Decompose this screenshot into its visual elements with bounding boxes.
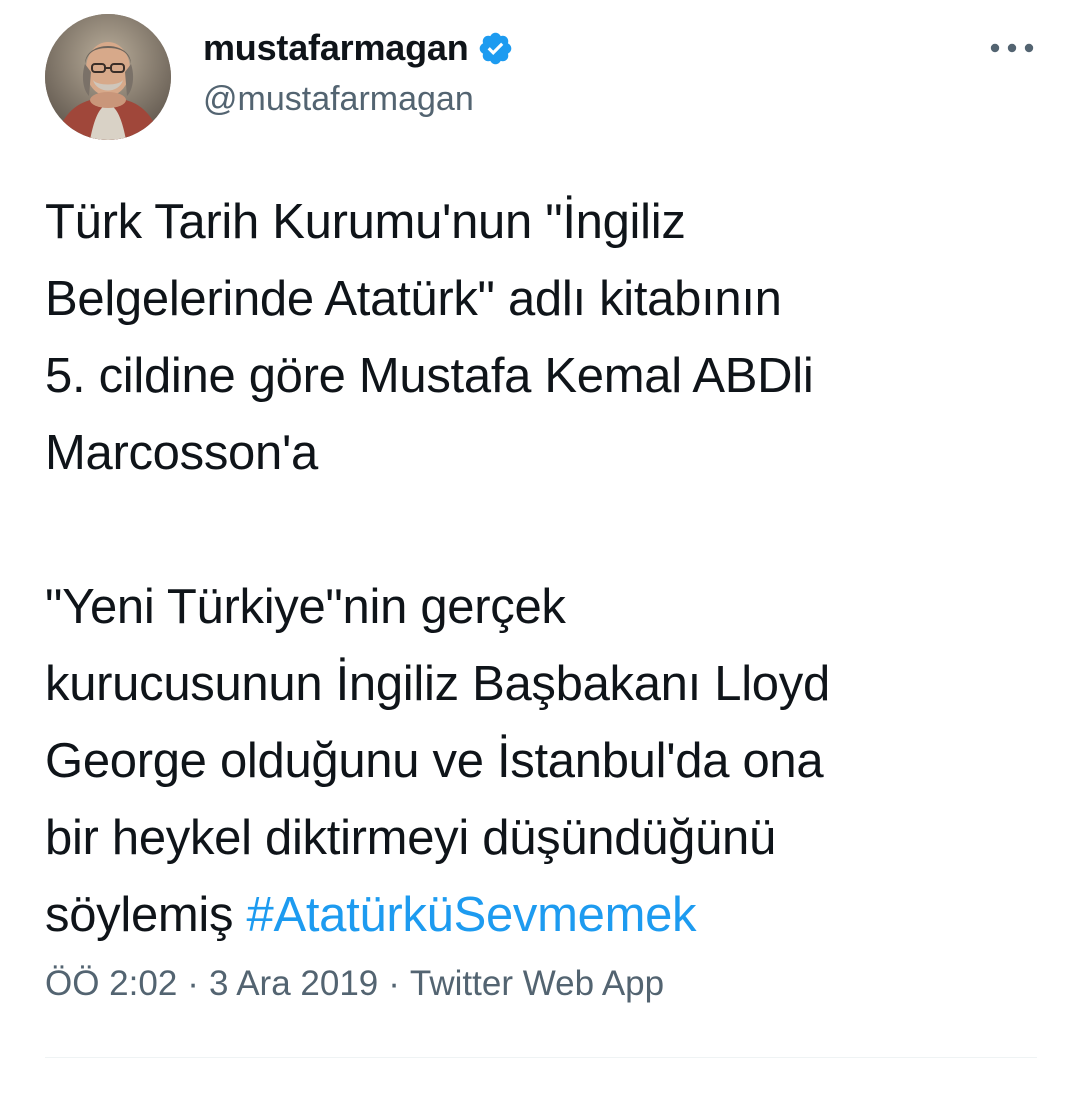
verified-badge-icon [477,30,514,67]
tweet-line: "Yeni Türkiye"nin gerçek [45,580,566,634]
avatar[interactable] [45,14,171,140]
tweet-line: Türk Tarih Kurumu'nun "İngiliz [45,195,686,249]
tweet-time[interactable]: ÖÖ 2:02 [45,964,177,1004]
tweet-paragraph-2: "Yeni Türkiye"nin gerçek kurucusunun İng… [45,569,1045,954]
tweet-line: Marcosson'a [45,426,318,480]
tweet-line: bir heykel diktirmeyi düşündüğünü [45,811,776,865]
tweet-source[interactable]: Twitter Web App [410,964,664,1004]
tweet-line-text: söylemiş [45,888,234,942]
display-name[interactable]: mustafarmagan [203,27,469,69]
tweet-last-line: söylemiş #AtatürküSevmemek [45,877,1045,954]
meta-separator: · [388,964,400,1003]
tweet-line: 5. cildine göre Mustafa Kemal ABDli [45,349,814,403]
profile-photo [45,14,171,140]
tweet-line: kurucusunun İngiliz Başbakanı Lloyd [45,657,830,711]
tweet-date[interactable]: 3 Ara 2019 [209,964,378,1004]
tweet-paragraph-1: Türk Tarih Kurumu'nun "İngiliz Belgeleri… [45,184,1045,492]
author-name-row: mustafarmagan [203,24,514,72]
tweet-text: Türk Tarih Kurumu'nun "İngiliz Belgeleri… [45,184,1045,954]
more-options-icon [990,43,1034,53]
divider [45,1057,1037,1058]
tweet-meta: ÖÖ 2:02 · 3 Ara 2019 · Twitter Web App [45,964,664,1004]
meta-separator: · [187,964,199,1003]
tweet-line: Belgelerinde Atatürk" adlı kitabının [45,272,782,326]
more-options-button[interactable] [988,30,1036,66]
tweet-line: George olduğunu ve İstanbul'da ona [45,734,824,788]
hashtag-link[interactable]: #AtatürküSevmemek [247,888,697,942]
author-handle[interactable]: @mustafarmagan [203,80,474,119]
